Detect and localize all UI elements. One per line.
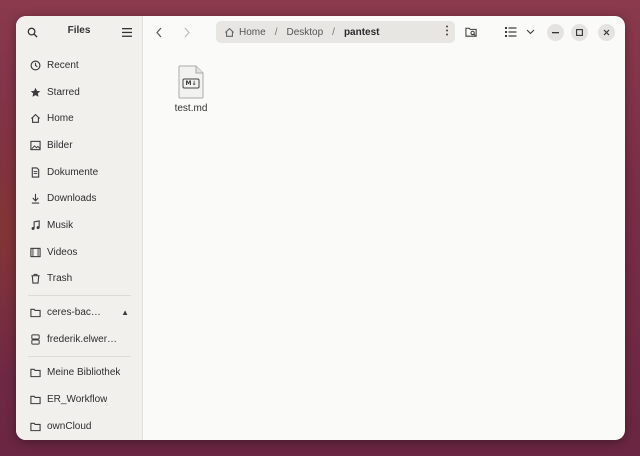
sidebar-item-label: Recent [47, 59, 79, 71]
sidebar-item-videos[interactable]: Videos [16, 239, 143, 266]
sidebar-item-label: Dokumente [47, 166, 99, 178]
star-icon [29, 86, 41, 98]
sidebar-item-bilder[interactable]: Bilder [16, 132, 143, 159]
list-view-icon [505, 27, 517, 37]
eject-icon[interactable]: ▲ [121, 308, 129, 317]
folder-icon [29, 307, 41, 319]
sidebar-item-downloads[interactable]: Downloads [16, 185, 143, 212]
chevron-right-icon [184, 27, 190, 37]
forward-button[interactable] [179, 24, 195, 40]
chevron-down-icon [526, 29, 534, 35]
sidebar-item-label: frederik.elwer… [47, 333, 118, 345]
sidebar-divider [28, 295, 131, 297]
sidebar-item-home[interactable]: Home [16, 105, 143, 132]
sidebar-item-network-share[interactable]: frederik.elwer… [16, 326, 143, 353]
file-name: test.md [174, 103, 208, 114]
path-bar: Home / Desktop / pantest [216, 21, 455, 43]
folder-icon [29, 420, 41, 432]
trash-icon [29, 273, 41, 285]
sidebar-item-er-workflow[interactable]: ER_Workflow [16, 386, 143, 413]
sidebar-item-dokumente[interactable]: Dokumente [16, 159, 143, 186]
minimize-button[interactable] [547, 24, 564, 41]
sidebar-list: Recent Starred Home Bilder Dokumente Dow… [16, 52, 143, 440]
folder-icon [29, 367, 41, 379]
folder-search-icon [464, 27, 477, 37]
sidebar-item-label: Videos [47, 246, 78, 258]
sidebar-item-label: ER_Workflow [47, 394, 108, 406]
sidebar-item-musik[interactable]: Musik [16, 212, 143, 239]
sidebar-item-label: ceres-bac… [47, 307, 101, 319]
minimize-icon [552, 31, 559, 33]
breadcrumb-desktop[interactable]: Desktop [286, 27, 323, 38]
folder-search-button[interactable] [462, 23, 480, 41]
image-icon [29, 139, 41, 151]
sidebar-item-owncloud[interactable]: ownCloud [16, 413, 143, 440]
breadcrumb-separator: / [332, 26, 335, 38]
download-icon [29, 193, 41, 205]
sidebar-item-trash[interactable]: Trash [16, 266, 143, 293]
folder-icon [29, 394, 41, 406]
document-icon [29, 166, 41, 178]
sidebar: Files Recent Starred Home Bilder Dokumen… [16, 16, 143, 440]
sidebar-item-ceres-backup[interactable]: ceres-bac… ▲ [16, 299, 143, 326]
sidebar-item-label: Musik [47, 219, 74, 231]
view-options-button[interactable] [521, 23, 539, 41]
breadcrumb-label: Home [239, 26, 266, 38]
file-view[interactable]: M↓ test.md [143, 48, 625, 440]
breadcrumb-home[interactable]: Home [224, 27, 266, 38]
sidebar-item-label: Trash [47, 273, 73, 285]
kebab-menu-icon[interactable] [445, 25, 449, 39]
close-button[interactable] [598, 24, 615, 41]
maximize-icon [576, 29, 583, 36]
sidebar-item-meine-bibliothek[interactable]: Meine Bibliothek [16, 360, 143, 387]
home-icon [29, 113, 41, 125]
file-item[interactable]: M↓ test.md [170, 65, 212, 114]
sidebar-item-label: Bilder [47, 139, 73, 151]
server-icon [29, 333, 41, 345]
close-icon [603, 29, 610, 36]
sidebar-item-label: Meine Bibliothek [47, 367, 121, 379]
sidebar-item-starred[interactable]: Starred [16, 79, 143, 106]
clock-icon [29, 59, 41, 71]
breadcrumb-current[interactable]: pantest [344, 27, 380, 38]
home-icon [224, 27, 235, 37]
hamburger-menu-icon[interactable] [119, 24, 135, 40]
files-window: Files Recent Starred Home Bilder Dokumen… [16, 16, 625, 440]
music-icon [29, 219, 41, 231]
video-icon [29, 246, 41, 258]
markdown-file-icon: M↓ [177, 65, 205, 99]
header-bar: Home / Desktop / pantest [143, 16, 625, 48]
sidebar-divider [28, 355, 131, 357]
maximize-button[interactable] [571, 24, 588, 41]
sidebar-header: Files [16, 16, 142, 48]
file-badge: M↓ [185, 79, 197, 87]
sidebar-item-label: Downloads [47, 193, 97, 205]
sidebar-item-label: Starred [47, 86, 80, 98]
back-button[interactable] [151, 24, 167, 40]
sidebar-item-recent[interactable]: Recent [16, 52, 143, 79]
sidebar-item-label: ownCloud [47, 420, 92, 432]
chevron-left-icon [156, 27, 162, 37]
breadcrumb-separator: / [274, 26, 278, 38]
view-list-button[interactable] [502, 23, 520, 41]
sidebar-item-label: Home [47, 113, 74, 125]
